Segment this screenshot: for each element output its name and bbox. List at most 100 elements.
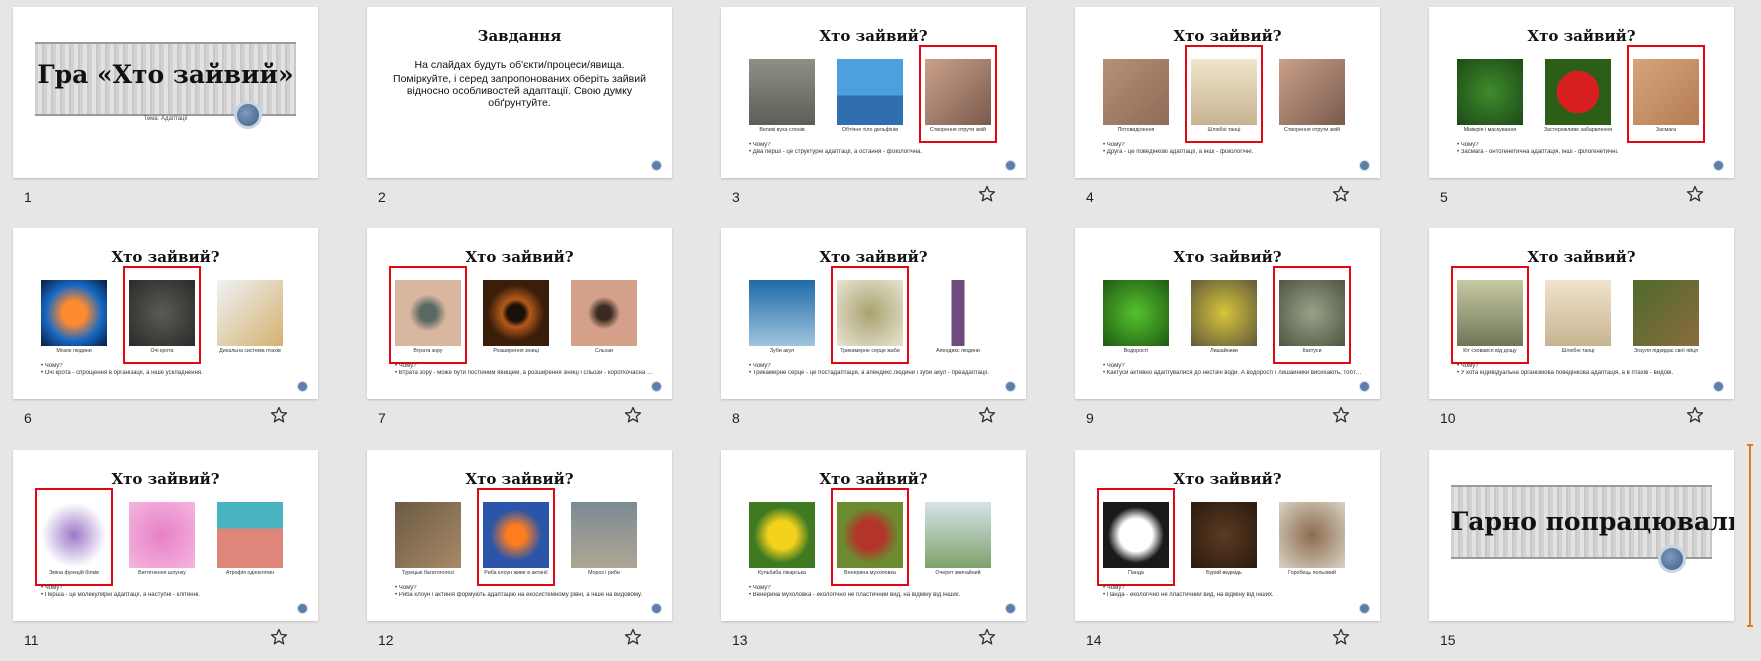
option-caption: Дихальна система птахів [219,348,281,354]
star-icon[interactable] [269,405,289,425]
slide-canvas[interactable]: Хто зайвий? Втрата зору Розширення зіниці С… [367,228,672,399]
option-caption: Витягнення шлунку [138,570,186,576]
decor-circle-icon [234,101,262,129]
option-caption: Розширення зіниці [493,348,539,354]
slide-title: Гра «Хто зайвий» [37,60,294,89]
slide-canvas[interactable]: Хто зайвий? Великі вуха слонів Обтічне тіл… [721,7,1026,178]
slide-canvas[interactable]: Хто зайвий? Зміна функцій білків Витягненн… [13,450,318,621]
option-image [1279,59,1345,125]
slide-thumbnail-13[interactable]: Хто зайвий? Кульбаба лікарська Венерина му… [721,450,1026,655]
answer-highlight [831,266,909,364]
option-image [571,280,637,346]
star-icon[interactable] [1331,405,1351,425]
star-icon[interactable] [1331,184,1351,204]
slide-number: 13 [732,632,748,648]
option-caption: Атрофія одноклітин [225,570,275,576]
insertion-scroll-marker [1747,444,1753,627]
option-caption: Водорості [1123,348,1149,354]
bullet-item: • Очі крота - спрощення в організації, а… [41,370,203,376]
slide-thumbnail-14[interactable]: Хто зайвий? Панда Бурий ведмідь Горобець по… [1075,450,1380,655]
slide-title: Хто зайвий? [1527,248,1636,266]
slide-thumbnail-7[interactable]: Хто зайвий? Втрата зору Розширення зіниці С… [367,228,672,433]
decor-dot-icon [1713,160,1724,171]
star-icon[interactable] [1331,627,1351,647]
slide-thumbnail-10[interactable]: Хто зайвий? Кіт сховався від дощу Шлюбні т… [1429,228,1734,433]
option-caption: Великі вуха слонів [759,127,805,133]
star-icon[interactable] [1685,405,1705,425]
slide-thumbnail-12[interactable]: Хто зайвий? Турецькі багатоголосі Риба кло… [367,450,672,655]
slide-thumbnail-2[interactable]: Завдання На слайдах будуть об'єкти/процес… [367,7,672,212]
option-caption: Горобець польовий [1288,570,1336,576]
decor-dot-icon [1005,160,1016,171]
slide-number: 5 [1440,189,1448,205]
option-image [1103,59,1169,125]
bullet-item: • Чому? [41,363,63,369]
slide-title: Хто зайвий? [1173,248,1282,266]
option-caption: Лишайники [1210,348,1238,354]
slide-thumbnail-4[interactable]: Хто зайвий? Потовиділення Шлюбні танці Ство… [1075,7,1380,212]
option-caption: Очерет звичайний [935,570,981,576]
slide-thumbnail-1[interactable]: Гра «Хто зайвий» Тема: Адаптації 1 [13,7,318,212]
slide-title: Хто зайвий? [819,27,928,45]
star-icon[interactable] [269,627,289,647]
option-caption: Зуби акул [769,348,795,354]
star-icon[interactable] [977,184,997,204]
slide-canvas[interactable]: Хто зайвий? Мімікрія і маскування Застереж… [1429,7,1734,178]
star-icon[interactable] [1685,184,1705,204]
slide-canvas[interactable]: Хто зайвий? Кульбаба лікарська Венерина му… [721,450,1026,621]
option-image [217,502,283,568]
bullet-item: • Кактуси активно адаптувалися до нестач… [1103,370,1362,376]
bullet-item: • Венерина мухоловка - екологічно не пла… [749,592,961,598]
body-paragraph: Поміркуйте, і серед запропонованих обері… [393,73,646,109]
slide-canvas[interactable]: Хто зайвий? Потовиділення Шлюбні танці Ство… [1075,7,1380,178]
slide-title: Хто зайвий? [819,470,928,488]
option-caption: Обтічне тіло дельфінів [841,127,899,133]
slide-thumbnail-9[interactable]: Хто зайвий? Водорості Лишайники Кактуси • Чо… [1075,228,1380,433]
decor-dot-icon [651,381,662,392]
slide-thumbnail-6[interactable]: Хто зайвий? Мозок людини Очі крота Дихальна… [13,228,318,433]
answer-highlight [389,266,467,364]
slide-canvas[interactable]: Хто зайвий? Кіт сховався від дощу Шлюбні т… [1429,228,1734,399]
option-caption: Потовиділення [1117,127,1155,133]
answer-highlight [477,488,555,586]
bullet-item: • Чому? [1103,363,1125,369]
slide-canvas[interactable]: Хто зайвий? Водорості Лишайники Кактуси • Чо… [1075,228,1380,399]
slide-thumbnail-8[interactable]: Хто зайвий? Зуби акул Трикамерне серце жаб… [721,228,1026,433]
slide-canvas[interactable]: Завдання На слайдах будуть об'єкти/процес… [367,7,672,178]
slide-thumbnail-3[interactable]: Хто зайвий? Великі вуха слонів Обтічне тіл… [721,7,1026,212]
bullet-item: • Чому? [395,585,417,591]
slide-number: 10 [1440,410,1456,426]
option-image [1545,280,1611,346]
slide-canvas[interactable]: Гарно попрацювали! [1429,450,1734,621]
bullet-list: • Чому? • Панда - екологічно не пластични… [1103,585,1362,599]
star-icon[interactable] [977,627,997,647]
answer-highlight [1627,45,1705,143]
slide-canvas[interactable]: Хто зайвий? Зуби акул Трикамерне серце жаб… [721,228,1026,399]
slide-number: 11 [24,632,39,648]
slide-title: Хто зайвий? [111,470,220,488]
star-icon[interactable] [623,405,643,425]
slide-canvas[interactable]: Хто зайвий? Мозок людини Очі крота Дихальна… [13,228,318,399]
slide-canvas[interactable]: Хто зайвий? Турецькі багатоголосі Риба кло… [367,450,672,621]
decor-dot-icon [1005,603,1016,614]
option-image [749,59,815,125]
bullet-list: • Чому? • У кота індивідуальна організмов… [1457,363,1716,377]
slide-thumbnail-5[interactable]: Хто зайвий? Мімікрія і маскування Застереж… [1429,7,1734,212]
slide-thumbnail-11[interactable]: Хто зайвий? Зміна функцій білків Витягненн… [13,450,318,655]
slide-title: Хто зайвий? [111,248,220,266]
decor-circle-icon [1658,545,1686,573]
option-image [571,502,637,568]
bullet-item: • Друга - це поведінкові адаптації, а ін… [1103,149,1254,155]
option-image [1279,502,1345,568]
option-image [1191,502,1257,568]
bullet-item: • Чому? [41,585,63,591]
slide-canvas[interactable]: Гра «Хто зайвий» Тема: Адаптації [13,7,318,178]
slide-thumbnail-15[interactable]: Гарно попрацювали! 15 [1429,450,1734,655]
star-icon[interactable] [623,627,643,647]
slide-number: 12 [378,632,394,648]
option-image [749,502,815,568]
slide-number: 9 [1086,410,1094,426]
star-icon[interactable] [977,405,997,425]
bullet-list: • Чому? • Риба клоун і актинія формують а… [395,585,654,599]
slide-canvas[interactable]: Хто зайвий? Панда Бурий ведмідь Горобець по… [1075,450,1380,621]
